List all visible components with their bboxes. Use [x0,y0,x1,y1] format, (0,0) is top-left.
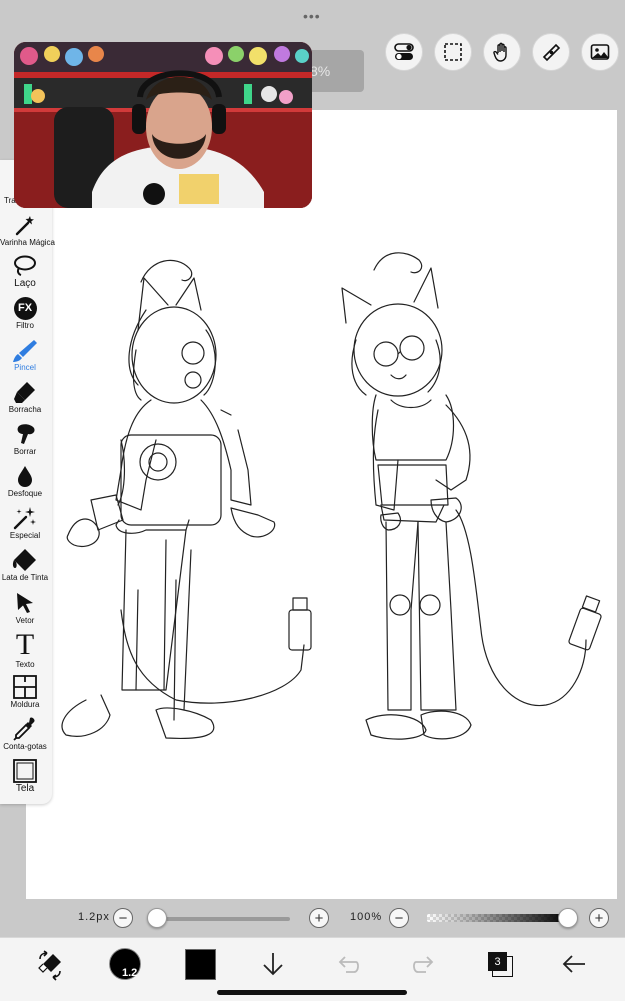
paint-bucket-icon [12,549,36,571]
brush-size-preview-button[interactable]: 1.2 [109,948,141,980]
brush-eraser-swap-icon [38,950,61,981]
tool-label: Borracha [8,405,42,414]
tool-palette: Tra Varinha Mágica Laço FX Filtro Pincel… [0,160,55,804]
toggle-icon [394,43,414,60]
frame-icon [13,675,37,699]
tool-magic-wand[interactable]: Varinha Mágica [0,212,55,248]
opacity-decrease-button[interactable]: − [389,908,409,928]
tool-eyedropper[interactable]: Conta-gotas [0,716,50,752]
tool-frame[interactable]: Moldura [0,674,50,710]
tool-filter[interactable]: FX Filtro [0,295,50,331]
tool-label: Pincel [14,363,36,372]
tool-eraser[interactable]: Borracha [0,379,50,415]
brush-size-decrease-button[interactable]: − [113,908,133,928]
webcam-overlay [14,42,312,208]
eraser-icon [14,382,35,403]
tool-label: Borrar [13,447,37,456]
tool-label: Filtro [16,321,34,330]
brush-size-increase-button[interactable]: + [309,908,329,928]
sketch-drawing [61,252,602,740]
tool-smudge[interactable]: Borrar [0,421,50,457]
redo-button[interactable] [410,950,438,978]
text-icon: T [15,628,35,661]
brush-size-slider-thumb[interactable] [147,908,167,928]
selection-button[interactable] [434,33,472,71]
canvas-icon [13,759,37,783]
opacity-label: 100% [350,911,383,923]
tool-blur[interactable]: Desfoque [0,463,50,499]
multitask-grabber[interactable]: ••• [303,8,321,24]
smudge-icon [17,424,35,444]
home-indicator[interactable] [217,990,407,995]
tool-label: Moldura [10,700,40,709]
import-button[interactable] [259,950,287,978]
brush-settings-bar: 1.2px − + 100% − + [0,902,625,936]
brush-size-badge: 1.2 [122,967,138,979]
tool-label: Varinha Mágica [0,238,55,247]
layer-count: 3 [494,955,501,968]
ruler-button[interactable] [532,33,570,71]
zoom-text: 8% [310,63,331,79]
tool-brush[interactable]: Pincel [0,337,50,373]
swap-tool-button[interactable] [34,949,66,981]
tool-label: Conta-gotas [3,742,47,751]
brush-icon [13,340,37,362]
hand-icon [493,42,507,62]
back-button[interactable] [560,950,588,978]
tool-label: Vetor [15,616,35,625]
opacity-track[interactable] [427,914,569,922]
fx-icon: FX [13,296,37,320]
back-arrow-icon [562,955,585,973]
color-swatch-button[interactable] [185,949,216,980]
magic-wand-icon [15,216,34,236]
tool-canvas[interactable]: Tela [0,758,50,794]
tool-lasso[interactable]: Laço [0,253,50,289]
reference-image-button[interactable] [581,33,619,71]
tool-label: Lata de Tinta [1,573,49,582]
right-character-sketch [341,252,602,740]
plus-glyph: + [594,909,604,927]
image-icon [590,44,610,60]
tool-text[interactable]: T Texto [0,630,50,670]
layers-icon: 3 [488,952,507,971]
tool-label: Texto [15,660,35,669]
hand-button[interactable] [483,33,521,71]
ruler-icon [542,43,561,62]
tool-special[interactable]: Especial [0,505,50,541]
brush-size-label: 1.2px [78,911,110,923]
tool-label: Tela [15,783,35,794]
opacity-increase-button[interactable]: + [589,908,609,928]
opacity-slider-thumb[interactable] [558,908,578,928]
special-sparkle-icon [13,507,36,530]
tool-label: Especial [9,531,41,540]
lasso-icon [14,255,36,276]
blur-drop-icon [18,466,32,487]
vector-arrow-icon [17,593,33,613]
tool-label: Desfoque [7,489,43,498]
undo-icon [338,956,359,973]
eyedropper-icon [13,717,35,741]
left-character-sketch [61,259,312,740]
tool-label: Laço [14,278,36,289]
plus-glyph: + [314,909,324,927]
brush-size-track[interactable] [148,917,290,921]
tool-vector[interactable]: Vetor [0,590,50,626]
webcam-video-frame [14,42,312,208]
layers-button[interactable]: 3 [486,950,514,978]
minus-glyph: − [394,909,404,927]
toggle-button[interactable] [385,33,423,71]
down-arrow-icon [263,953,283,976]
tool-paint-bucket[interactable]: Lata de Tinta [0,547,50,583]
minus-glyph: − [118,909,128,927]
fx-glyph: FX [17,302,33,314]
redo-icon [413,956,434,973]
drawing-canvas[interactable] [26,110,617,899]
selection-icon [444,43,462,61]
undo-button[interactable] [334,950,362,978]
